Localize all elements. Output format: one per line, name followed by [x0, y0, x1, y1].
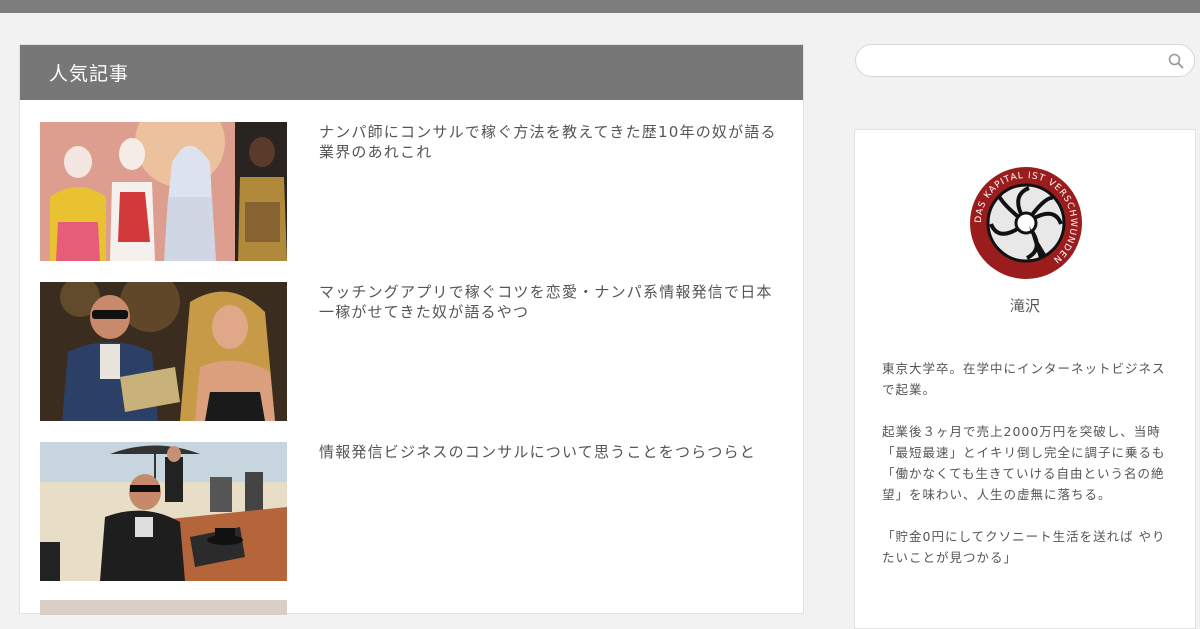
popular-posts-widget: 人気記事 ナンパ師にコンサルで稼ぐ方法を教えてきた歴10年の奴が語る業界のあれこ… [19, 44, 804, 615]
search-input[interactable] [870, 51, 1164, 73]
post-thumbnail[interactable] [40, 122, 287, 261]
search-icon[interactable] [1168, 53, 1184, 69]
popular-posts-title: 人気記事 [49, 63, 130, 85]
post-title-link[interactable]: マッチングアプリで稼ぐコツを恋愛・ナンパ系情報発信で日本一稼がせてきた奴が語るや… [319, 282, 784, 322]
post-item[interactable]: マッチングアプリで稼ぐコツを恋愛・ナンパ系情報発信で日本一稼がせてきた奴が語るや… [40, 282, 780, 424]
avatar: DAS KAPITAL IST VERSCHWUNDEN [969, 166, 1083, 280]
bio-paragraph: 起業後３ヶ月で売上2000万円を突破し、当時「最短最速」とイキリ倒し完全に調子に… [882, 424, 1166, 502]
post-item[interactable]: ナンパ師にコンサルで稼ぐ方法を教えてきた歴10年の奴が語る業界のあれこれ [40, 122, 780, 264]
search-box[interactable] [855, 44, 1195, 77]
post-thumbnail[interactable] [40, 282, 287, 421]
profile-bio: 東京大学卒。在学中にインターネットビジネスで起業。 起業後３ヶ月で売上2000万… [882, 358, 1174, 589]
post-thumbnail[interactable] [40, 600, 287, 615]
popular-posts-header: 人気記事 [20, 45, 803, 100]
profile-widget: DAS KAPITAL IST VERSCHWUNDEN 滝沢 東京大学卒。在学… [854, 129, 1196, 629]
bio-paragraph: 「貯金0円にしてクソニート生活を送れば やりたいことが見つかる」 [882, 529, 1166, 565]
post-thumbnail[interactable] [40, 442, 287, 581]
profile-name: 滝沢 [1009, 297, 1040, 315]
top-nav-bar [0, 0, 1200, 13]
bio-paragraph: 東京大学卒。在学中にインターネットビジネスで起業。 [882, 361, 1166, 397]
post-item[interactable]: 情報発信ビジネスのコンサルについて思うことをつらつらと [40, 442, 780, 584]
post-title-link[interactable]: ナンパ師にコンサルで稼ぐ方法を教えてきた歴10年の奴が語る業界のあれこれ [319, 122, 784, 162]
post-title-link[interactable]: 情報発信ビジネスのコンサルについて思うことをつらつらと [319, 442, 784, 462]
